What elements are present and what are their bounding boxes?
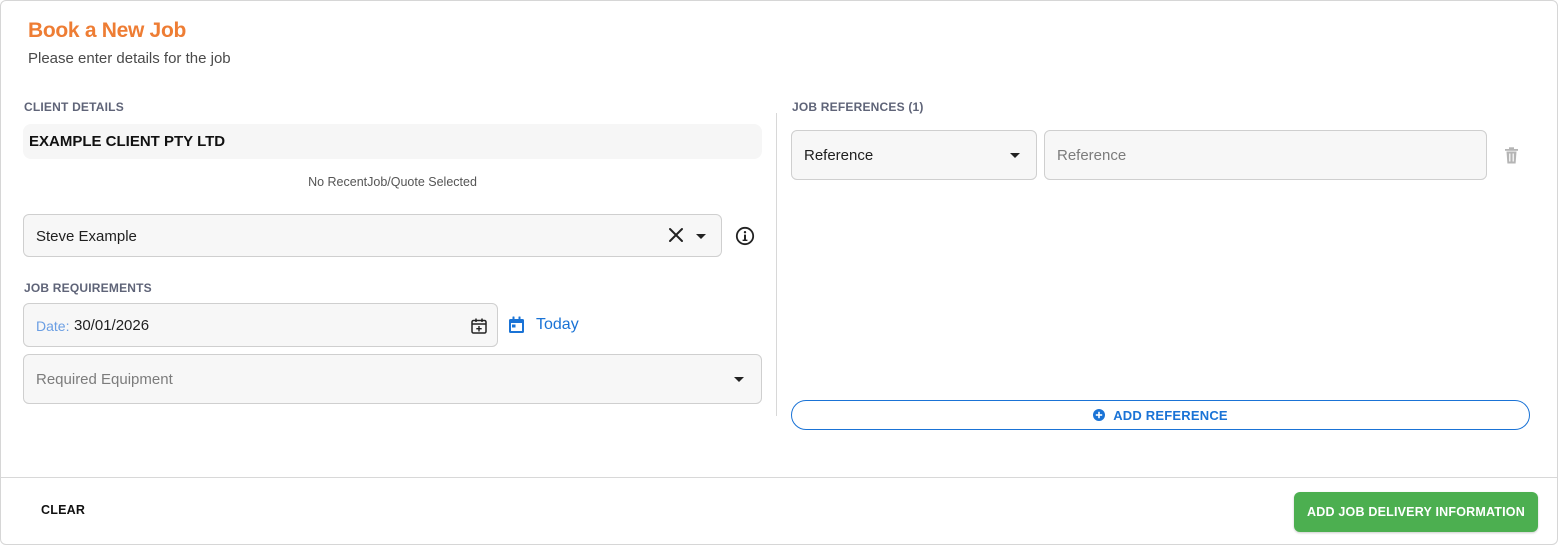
reference-value-input[interactable]: Reference <box>1044 130 1487 180</box>
chevron-down-icon[interactable] <box>734 377 744 382</box>
clear-button[interactable]: CLEAR <box>31 499 95 521</box>
chevron-down-icon[interactable] <box>696 234 706 239</box>
contact-select[interactable]: Steve Example <box>23 214 722 257</box>
equipment-placeholder: Required Equipment <box>36 371 173 388</box>
plus-circle-icon <box>1093 409 1106 421</box>
client-details-label: CLIENT DETAILS <box>24 100 124 114</box>
reference-type-value: Reference <box>804 147 874 164</box>
contact-value: Steve Example <box>36 228 137 245</box>
page-title: Book a New Job <box>28 19 186 42</box>
info-icon[interactable] <box>735 226 755 246</box>
reference-type-select[interactable]: Reference <box>791 130 1037 180</box>
chevron-down-icon[interactable] <box>1010 153 1020 158</box>
page-subtitle: Please enter details for the job <box>28 50 231 67</box>
today-button[interactable]: Today <box>508 314 579 336</box>
add-job-delivery-button[interactable]: ADD JOB DELIVERY INFORMATION <box>1294 492 1538 532</box>
column-divider <box>776 113 777 416</box>
footer-divider <box>1 477 1557 478</box>
job-references-label: JOB REFERENCES (1) <box>792 100 924 114</box>
today-label: Today <box>536 316 579 333</box>
date-field-label: Date: <box>36 318 70 334</box>
date-field[interactable]: Date: 30/01/2026 <box>23 303 498 347</box>
job-requirements-label: JOB REQUIREMENTS <box>24 281 152 295</box>
date-value: 30/01/2026 <box>74 317 150 334</box>
calendar-icon <box>509 316 524 333</box>
book-job-card: Book a New Job Please enter details for … <box>0 0 1558 545</box>
client-name: EXAMPLE CLIENT PTY LTD <box>23 124 762 159</box>
add-reference-button[interactable]: ADD REFERENCE <box>791 400 1530 430</box>
close-icon[interactable] <box>667 226 685 244</box>
trash-icon[interactable] <box>1504 147 1519 164</box>
recent-job-note: No RecentJob/Quote Selected <box>308 175 477 189</box>
add-reference-label: ADD REFERENCE <box>1113 407 1228 423</box>
reference-value-placeholder: Reference <box>1057 147 1127 164</box>
required-equipment-select[interactable]: Required Equipment <box>23 354 762 404</box>
calendar-plus-icon[interactable] <box>470 317 488 335</box>
